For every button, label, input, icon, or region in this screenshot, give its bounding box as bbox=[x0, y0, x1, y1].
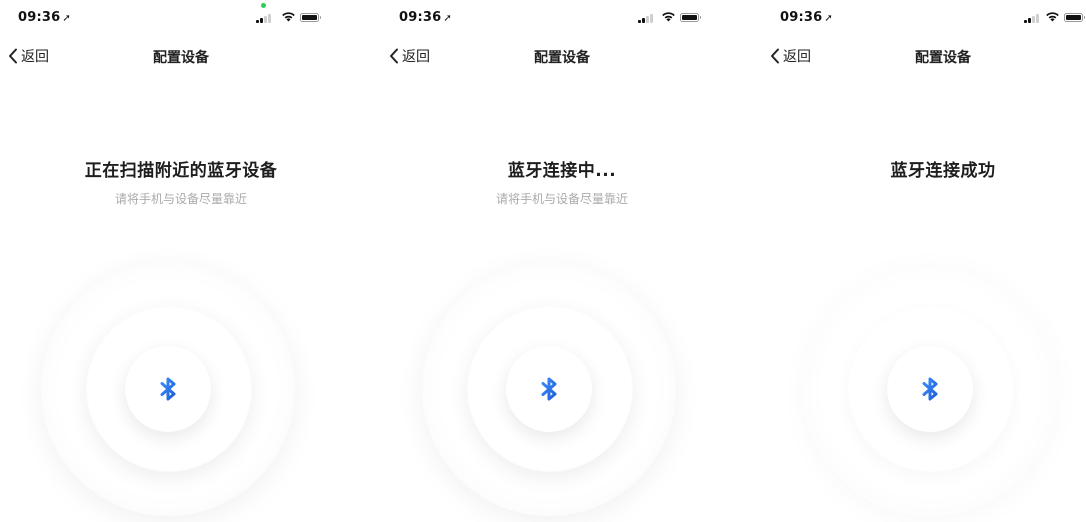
battery-icon bbox=[680, 13, 701, 22]
page-title: 配置设备 bbox=[915, 50, 971, 66]
page-title: 配置设备 bbox=[153, 50, 209, 66]
status-bar: 09:36 ➚ bbox=[0, 0, 362, 36]
location-arrow-icon: ➚ bbox=[824, 13, 833, 24]
wifi-icon bbox=[282, 12, 295, 22]
signal-icon bbox=[256, 13, 271, 23]
bluetooth-button bbox=[125, 346, 211, 432]
page-title: 配置设备 bbox=[534, 50, 590, 66]
status-bar: 09:36 ➚ bbox=[381, 0, 743, 36]
status-bar: 09:36 ➚ bbox=[762, 0, 1086, 36]
status-heading: 蓝牙连接成功 bbox=[890, 161, 996, 181]
bluetooth-icon bbox=[922, 377, 938, 401]
signal-icon bbox=[1024, 13, 1039, 23]
wifi-icon bbox=[662, 12, 675, 22]
bluetooth-button bbox=[887, 346, 973, 432]
signal-icon bbox=[638, 13, 653, 23]
battery-icon bbox=[300, 13, 321, 22]
location-arrow-icon: ➚ bbox=[62, 13, 71, 24]
nav-bar: 返回 配置设备 bbox=[381, 42, 743, 70]
nav-bar: 返回 配置设备 bbox=[0, 42, 362, 70]
status-time: 09:36 ➚ bbox=[780, 10, 833, 25]
status-heading: 正在扫描附近的蓝牙设备 bbox=[84, 161, 278, 181]
wifi-icon bbox=[1046, 12, 1059, 22]
bluetooth-button bbox=[506, 346, 592, 432]
screen-scanning: 09:36 ➚ 返回 配置设备 正在扫描附近的蓝牙设备 请将手机与设备尽量靠近 bbox=[0, 0, 362, 522]
status-heading: 蓝牙连接中... bbox=[507, 161, 617, 181]
location-arrow-icon: ➚ bbox=[443, 13, 452, 24]
bluetooth-icon bbox=[160, 377, 176, 401]
screen-connected: 09:36 ➚ 返回 配置设备 蓝牙连接成功 bbox=[762, 0, 1086, 522]
screen-connecting: 09:36 ➚ 返回 配置设备 蓝牙连接中... 请将手机与设备尽量靠近 bbox=[381, 0, 743, 522]
hint-text: 请将手机与设备尽量靠近 bbox=[495, 192, 628, 206]
recording-indicator-icon bbox=[261, 3, 266, 8]
status-time: 09:36 ➚ bbox=[399, 10, 452, 25]
nav-bar: 返回 配置设备 bbox=[762, 42, 1086, 70]
screens-container: 09:36 ➚ 返回 配置设备 正在扫描附近的蓝牙设备 请将手机与设备尽量靠近 0… bbox=[0, 0, 1086, 522]
bluetooth-icon bbox=[541, 377, 557, 401]
hint-text: 请将手机与设备尽量靠近 bbox=[114, 192, 247, 206]
status-time: 09:36 ➚ bbox=[18, 10, 71, 25]
battery-icon bbox=[1064, 13, 1085, 22]
